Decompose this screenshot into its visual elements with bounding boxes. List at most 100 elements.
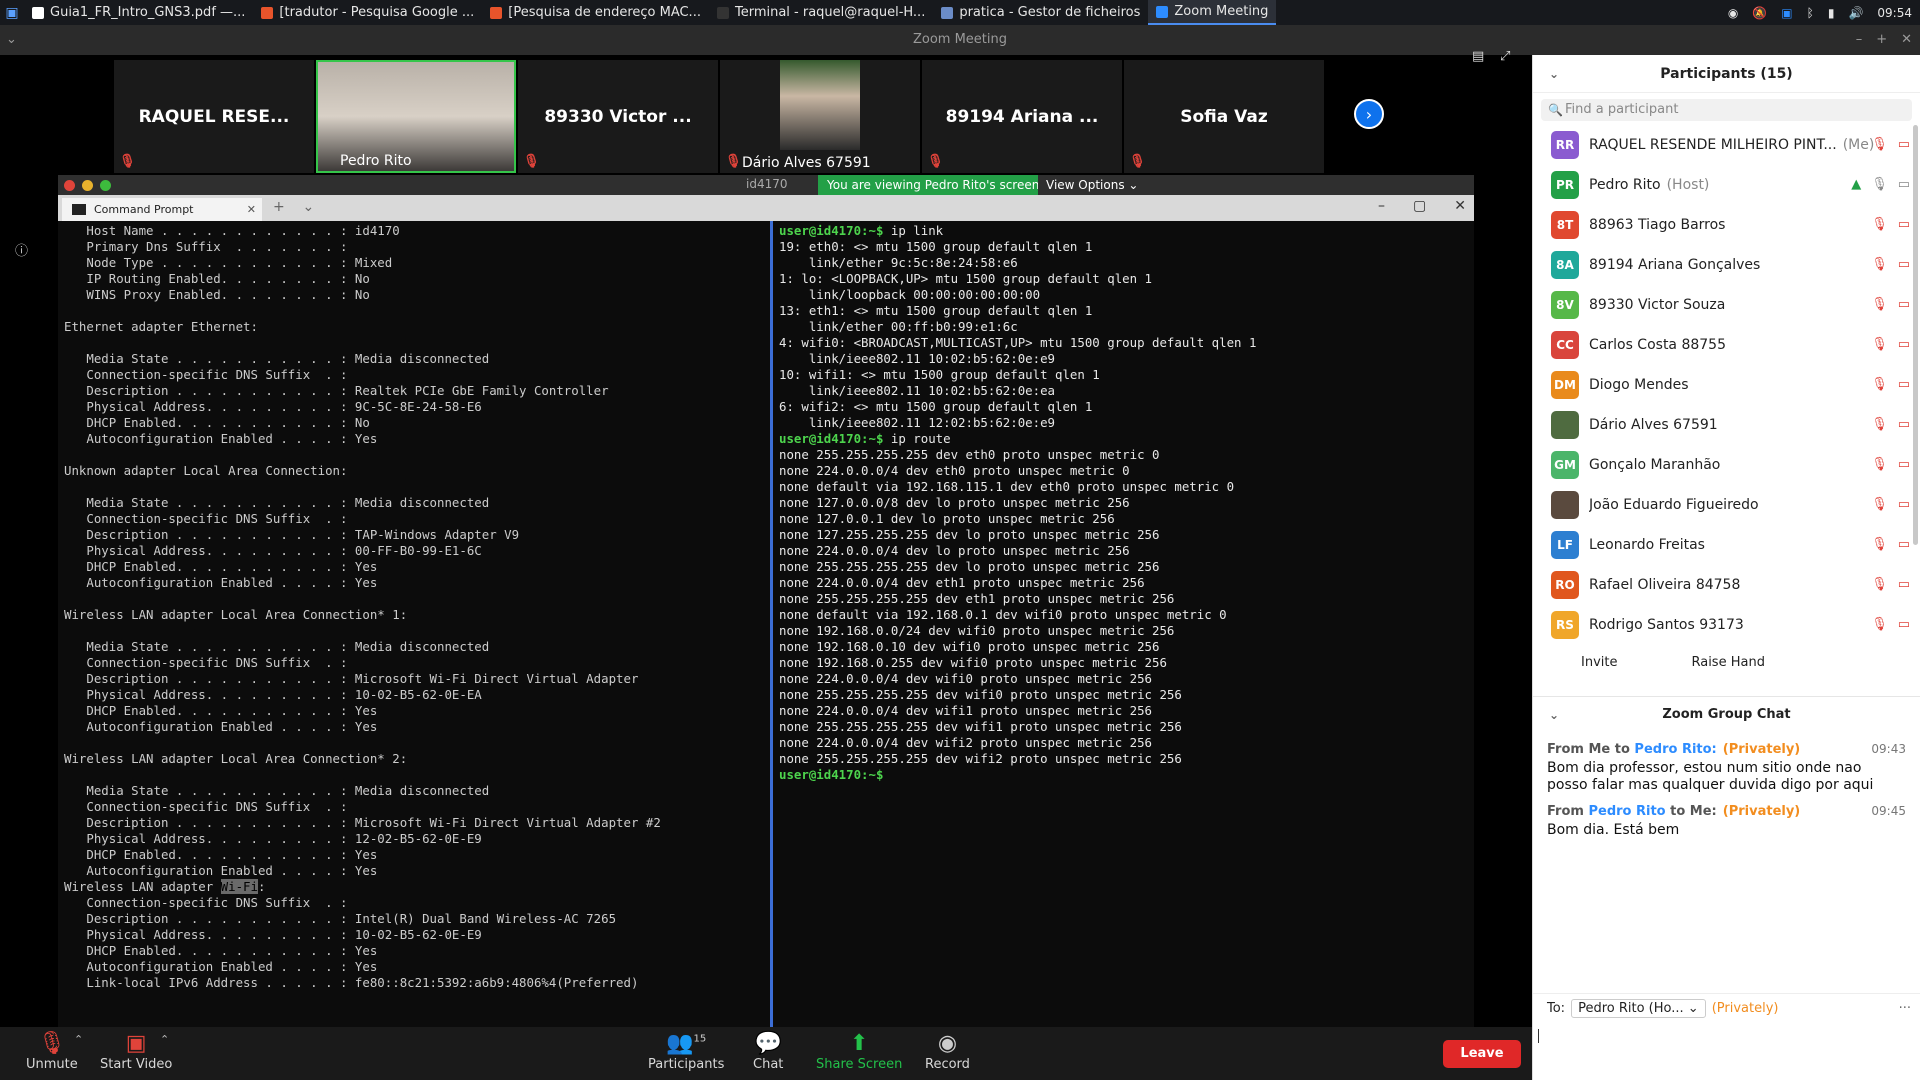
avatar: RR: [1551, 131, 1579, 159]
view-options-button[interactable]: View Options ⌄: [1038, 175, 1147, 195]
collapse-chat-icon[interactable]: ⌄: [1549, 697, 1559, 733]
battery-icon[interactable]: ▮: [1828, 6, 1835, 20]
avatar: 8T: [1551, 211, 1579, 239]
participant-status-icons: 🎙 ▭: [1871, 617, 1910, 632]
participant-role: (Me): [1842, 137, 1875, 153]
mic-muted-icon: 🎙: [1129, 154, 1146, 169]
video-tile-name: 89330 Victor ...: [544, 106, 692, 127]
participant-row[interactable]: 8V 89330 Victor Souza 🎙 ▭: [1533, 285, 1920, 325]
command-ip-link: ip link: [883, 223, 944, 238]
raise-hand-button[interactable]: Raise Hand: [1679, 651, 1776, 674]
participant-row[interactable]: 8T 88963 Tiago Barros 🎙 ▭: [1533, 205, 1920, 245]
participant-row[interactable]: CC Carlos Costa 88755 🎙 ▭: [1533, 325, 1920, 365]
avatar: 8A: [1551, 251, 1579, 279]
unmute-button[interactable]: 🎙 Unmute: [26, 1031, 78, 1072]
cmd-maximize-icon[interactable]: ▢: [1413, 198, 1426, 214]
leave-button[interactable]: Leave: [1443, 1040, 1521, 1068]
participant-name: 88963 Tiago Barros: [1589, 217, 1726, 233]
collapse-participants-icon[interactable]: ⌄: [1549, 55, 1559, 93]
chat-who[interactable]: Pedro Rito: [1588, 804, 1665, 819]
video-off-icon: ▭: [1897, 577, 1910, 592]
video-tile[interactable]: Dário Alves 67591 🎙: [720, 60, 920, 173]
clock: 09:54: [1877, 5, 1912, 20]
window-menu-icon[interactable]: ⌄: [6, 25, 17, 55]
layout-icon[interactable]: ▤: [1472, 49, 1484, 64]
video-tile[interactable]: 89194 Ariana ... 🎙: [922, 60, 1122, 173]
tab-close-icon[interactable]: ✕: [247, 198, 256, 221]
video-tile[interactable]: Pedro Rito: [316, 60, 516, 173]
minimize-icon[interactable]: –: [1856, 25, 1863, 55]
video-options-icon[interactable]: ⌃: [160, 1033, 169, 1046]
participant-row[interactable]: LF Leonardo Freitas 🎙 ▭: [1533, 525, 1920, 565]
participant-row[interactable]: RO Rafael Oliveira 84758 🎙 ▭: [1533, 565, 1920, 605]
share-screen-button[interactable]: ⬆ Share Screen: [816, 1031, 902, 1072]
taskbar-item[interactable]: Zoom Meeting: [1148, 0, 1277, 25]
participant-row[interactable]: João Eduardo Figueiredo 🎙 ▭: [1533, 485, 1920, 525]
video-tile[interactable]: Sofia Vaz 🎙: [1124, 60, 1324, 173]
participant-row[interactable]: DM Diogo Mendes 🎙 ▭: [1533, 365, 1920, 405]
chat-who[interactable]: Pedro Rito:: [1634, 742, 1716, 757]
participant-row[interactable]: RR RAQUEL RESENDE MILHEIRO PINT... (Me) 🎙 ▭: [1533, 125, 1920, 165]
video-tile[interactable]: 89330 Victor ... 🎙: [518, 60, 718, 173]
mic-muted-icon: 🎙: [1871, 457, 1888, 472]
new-tab-icon[interactable]: + ⌄: [273, 199, 314, 215]
audio-options-icon[interactable]: ⌃: [74, 1033, 83, 1046]
avatar: PR: [1551, 171, 1579, 199]
network-icon[interactable]: ◉: [1728, 6, 1738, 20]
participants-button[interactable]: 👥15 Participants: [648, 1031, 724, 1072]
chevron-down-icon: ⌄: [1128, 178, 1139, 192]
chat-time: 09:43: [1871, 742, 1906, 756]
close-icon[interactable]: ✕: [1901, 25, 1912, 55]
participant-row[interactable]: PR Pedro Rito (Host) ▲ 🎙 ▭: [1533, 165, 1920, 205]
taskbar-item[interactable]: [tradutor - Pesquisa Google ...: [253, 0, 482, 25]
chat-messages: From Me to Pedro Rito: (Privately) 09:43 Bo…: [1533, 742, 1920, 839]
participant-row[interactable]: GM Gonçalo Maranhão 🎙 ▭: [1533, 445, 1920, 485]
camera-icon: ▭: [1897, 177, 1910, 192]
cmd-close-icon[interactable]: ✕: [1454, 198, 1466, 214]
tab-command-prompt[interactable]: Command Prompt ✕: [62, 198, 262, 221]
participant-row[interactable]: RS Rodrigo Santos 93173 🎙 ▭: [1533, 605, 1920, 645]
text-cursor: [1538, 1029, 1539, 1043]
participants-label: Participants: [648, 1057, 725, 1072]
chat-button[interactable]: 💬 Chat: [753, 1031, 783, 1072]
app-menu-icon[interactable]: ▣: [0, 0, 24, 25]
taskbar-item[interactable]: Guia1_FR_Intro_GNS3.pdf —...: [24, 0, 253, 25]
video-tile-name: Dário Alves 67591: [742, 155, 871, 171]
taskbar-item[interactable]: Terminal - raquel@raquel-H...: [709, 0, 933, 25]
record-button[interactable]: ◉ Record: [925, 1031, 970, 1072]
bluetooth-icon[interactable]: ᛒ: [1807, 6, 1814, 20]
right-terminal-pane[interactable]: user@id4170:~$ ip link 19: eth0: <> mtu …: [770, 221, 1474, 1027]
info-icon[interactable]: ⓘ: [15, 240, 28, 259]
video-tile-name: 89194 Ariana ...: [945, 106, 1099, 127]
more-options-icon[interactable]: ···: [1899, 1001, 1911, 1016]
participant-search-input[interactable]: 🔍 Find a participant: [1541, 99, 1912, 121]
taskbar-item[interactable]: [Pesquisa de endereço MAC...: [482, 0, 709, 25]
terminal-icon: [72, 204, 86, 215]
taskbar-item[interactable]: pratica - Gestor de ficheiros: [933, 0, 1148, 25]
chat-label: Chat: [753, 1057, 784, 1072]
notifications-icon[interactable]: 🔕: [1752, 6, 1767, 20]
mic-muted-icon: 🎙: [1871, 377, 1888, 392]
next-page-icon[interactable]: ›: [1354, 99, 1384, 129]
cmd-minimize-icon[interactable]: –: [1378, 198, 1385, 214]
maximize-icon[interactable]: +: [1876, 25, 1887, 55]
chat-header: ⌄ Zoom Group Chat: [1533, 696, 1920, 732]
chat-input[interactable]: [1533, 1023, 1920, 1080]
video-tile[interactable]: RAQUEL RESE... 🎙: [114, 60, 314, 173]
fullscreen-icon[interactable]: ⤢: [1500, 49, 1510, 64]
volume-icon[interactable]: 🔊: [1848, 6, 1863, 20]
participant-row[interactable]: Dário Alves 67591 🎙 ▭: [1533, 405, 1920, 445]
left-terminal-pane[interactable]: Host Name . . . . . . . . . . . . : id41…: [58, 221, 766, 1027]
video-off-icon: ▭: [1897, 137, 1910, 152]
prompt-3: user@id4170:~$: [779, 767, 884, 782]
ip-route-output: none 255.255.255.255 dev eth0 proto unsp…: [779, 447, 1235, 766]
side-panel: ⌄ Participants (15) 🔍 Find a participant…: [1532, 55, 1920, 1080]
mac-close-icon: [64, 180, 75, 191]
participant-row[interactable]: 8A 89194 Ariana Gonçalves 🎙 ▭: [1533, 245, 1920, 285]
record-label: Record: [925, 1057, 970, 1072]
chat-recipient-select[interactable]: Pedro Rito (Ho... ⌄: [1571, 999, 1706, 1018]
participant-name: Rodrigo Santos 93173: [1589, 617, 1744, 633]
zoom-tray-icon[interactable]: ▣: [1781, 6, 1792, 20]
invite-button[interactable]: Invite: [1569, 651, 1629, 674]
participant-scrollbar[interactable]: [1913, 125, 1918, 545]
